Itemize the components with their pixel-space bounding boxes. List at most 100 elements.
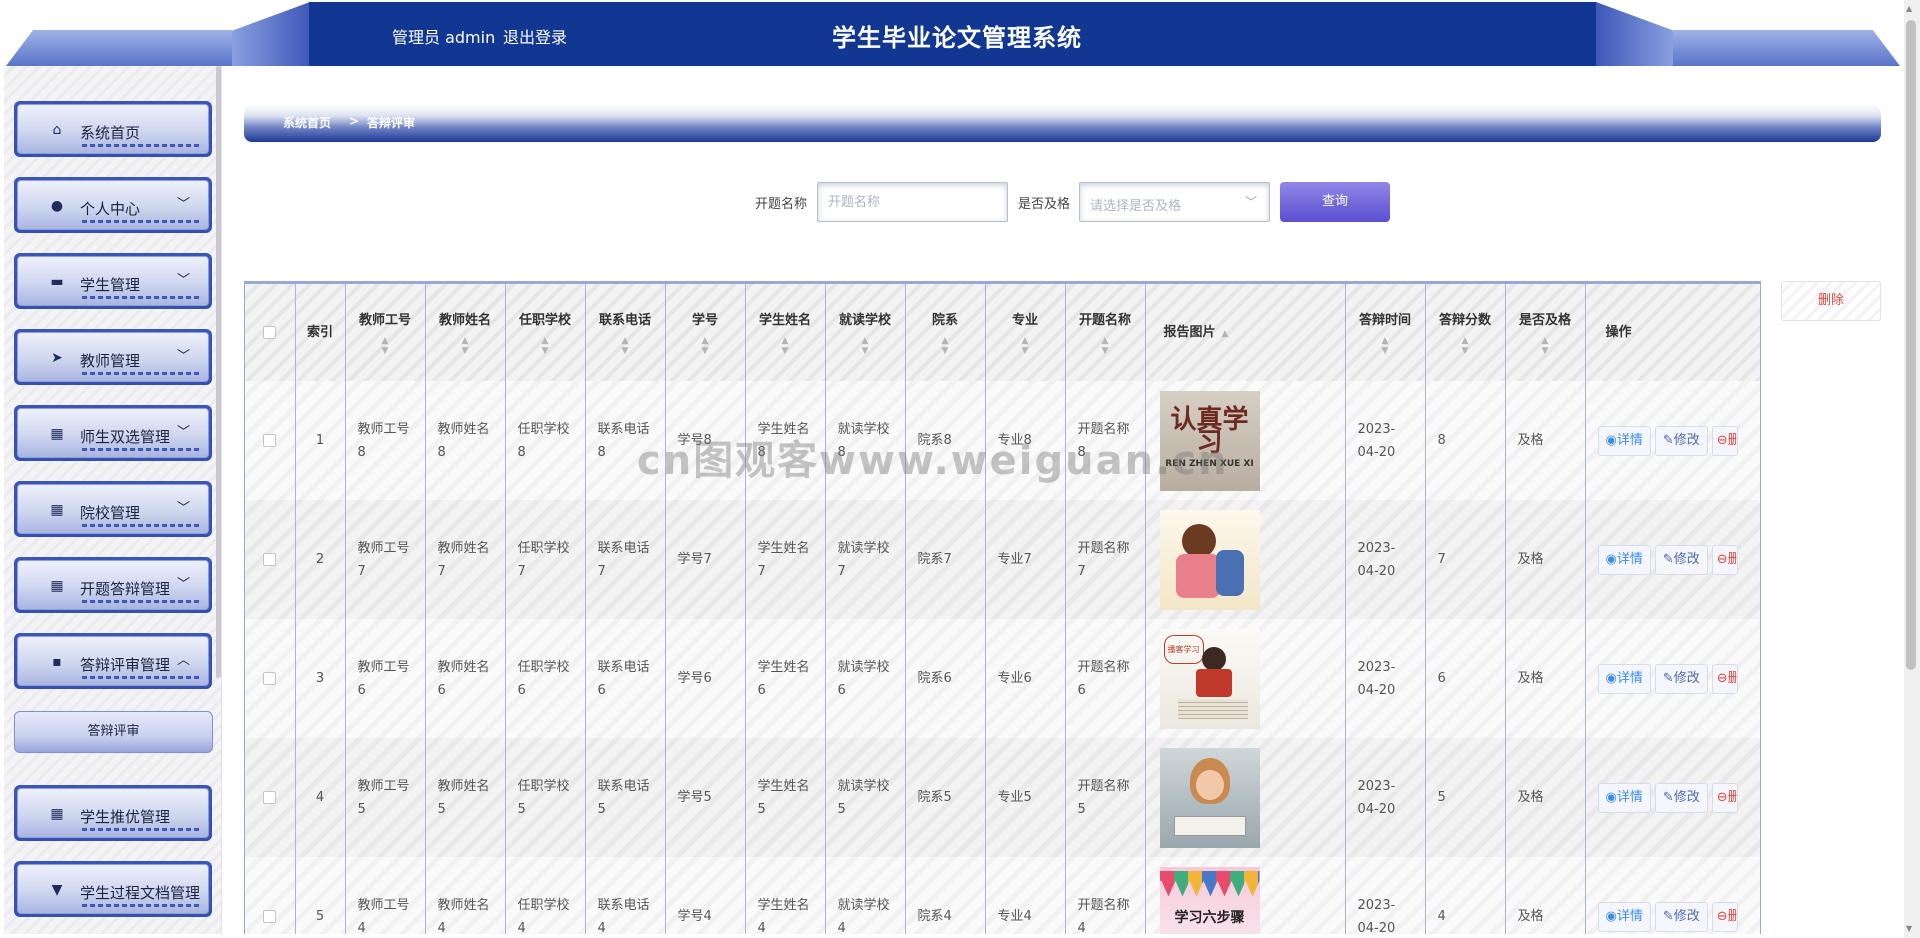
col-header-report-image[interactable]: 报告图片 ▲ [1145, 284, 1346, 381]
report-thumbnail[interactable] [1159, 747, 1260, 848]
col-header-score[interactable]: 答辩分数 ▲ ▼ [1425, 284, 1506, 381]
breadcrumb-home[interactable]: 系统首页 [283, 114, 331, 131]
chat-icon: ▪ [52, 654, 62, 670]
col-header-student-no[interactable]: 学号 ▲ ▼ [665, 284, 746, 381]
report-thumbnail[interactable]: 播客学习 [1159, 628, 1260, 729]
row-checkbox[interactable] [263, 434, 277, 447]
col-header-major[interactable]: 专业 ▲ ▼ [985, 284, 1066, 381]
col-header-passed[interactable]: 是否及格 ▲ ▼ [1505, 284, 1586, 381]
query-button[interactable]: 查询 [1280, 182, 1390, 222]
sidebar-item-4[interactable]: ▦ 师生双选管理 ﹀ [14, 405, 212, 461]
col-header-student-name[interactable]: 学生姓名 ▲ ▼ [745, 284, 826, 381]
grid-icon: ▦ [50, 502, 64, 518]
col-header-department[interactable]: 院系 ▲ ▼ [905, 284, 986, 381]
report-thumbnail[interactable]: 学习六步骤 [1159, 866, 1260, 934]
cell-student-name: 学生姓名5 [745, 738, 826, 857]
col-header-school[interactable]: 任职学校 ▲ ▼ [505, 284, 586, 381]
delete-row-button[interactable]: ⊖删除 [1711, 425, 1738, 456]
detail-button[interactable]: ◉详情 [1597, 663, 1651, 694]
col-header-label: 答辩分数 [1438, 313, 1491, 328]
detail-button[interactable]: ◉详情 [1597, 901, 1651, 932]
col-header-label: 学号 [691, 313, 718, 328]
sort-icon[interactable]: ▲ ▼ [1510, 336, 1581, 356]
detail-button[interactable]: ◉详情 [1597, 782, 1651, 813]
cell-ops: ◉详情✎修改⊖删除 [1585, 738, 1760, 857]
page-scrollbar-thumb[interactable] [1906, 20, 1916, 670]
sidebar-subitem-defense-review[interactable]: 答辩评审 [14, 711, 213, 753]
chevron-down-icon: ﹀ [176, 501, 190, 516]
report-thumbnail[interactable] [1159, 509, 1260, 610]
row-checkbox[interactable] [263, 791, 277, 804]
col-header-study-school[interactable]: 就读学校 ▲ ▼ [825, 284, 906, 381]
cell-major: 专业7 [985, 500, 1066, 619]
sort-icon[interactable]: ▲ ▼ [1430, 336, 1501, 356]
reading-figure-icon [1175, 553, 1220, 598]
sidebar-item-6[interactable]: ▦ 开题答辩管理 ﹀ [14, 557, 212, 613]
delete-row-button[interactable]: ⊖删除 [1711, 544, 1738, 575]
sort-icon[interactable]: ▲ ▼ [910, 336, 981, 356]
sort-icon[interactable]: ▲ ▼ [1350, 336, 1421, 356]
report-thumbnail[interactable]: 认真学习 REN ZHEN XUE XI [1159, 390, 1260, 491]
sort-icon[interactable]: ▲ ▼ [430, 336, 501, 356]
sidebar-item-9[interactable]: ▼ 学生过程文档管理 [14, 861, 212, 917]
col-header-phone[interactable]: 联系电话 ▲ ▼ [585, 284, 666, 381]
detail-button-label: 详情 [1616, 670, 1643, 686]
col-header-teacher-no[interactable]: 教师工号 ▲ ▼ [345, 284, 426, 381]
sort-icon[interactable]: ▲ ▼ [1070, 336, 1141, 356]
eye-icon: ◉ [1605, 789, 1617, 805]
table-body: 1 教师工号8 教师姓名8 任职学校8 联系电话8 学号8 学生姓名8 就读学校8 院系8 专业8… [245, 381, 1760, 934]
sidebar-item-0[interactable]: ⌂ 系统首页 [14, 101, 212, 157]
edit-button[interactable]: ✎修改 [1654, 425, 1708, 456]
cell-major: 专业6 [985, 619, 1066, 738]
edit-button[interactable]: ✎修改 [1654, 544, 1708, 575]
cell-department: 院系4 [905, 857, 986, 934]
sidebar-item-2[interactable]: ▬ 学生管理 ﹀ [14, 253, 212, 309]
edit-button[interactable]: ✎修改 [1654, 782, 1708, 813]
scroll-up-icon[interactable]: ▲ [1906, 4, 1912, 13]
edit-button[interactable]: ✎修改 [1654, 901, 1708, 932]
logout-link[interactable]: 退出登录 [503, 24, 567, 48]
col-header-defense-time[interactable]: 答辩时间 ▲ ▼ [1345, 284, 1426, 381]
cell-teacher-name: 教师姓名4 [425, 857, 506, 934]
col-header-teacher-name[interactable]: 教师姓名 ▲ ▼ [425, 284, 506, 381]
sort-icon[interactable]: ▲ ▼ [670, 336, 741, 356]
sidebar-scrollbar[interactable] [216, 66, 221, 678]
sort-icon[interactable]: ▲ [1222, 329, 1229, 339]
cell-student-name: 学生姓名4 [745, 857, 826, 934]
sort-icon[interactable]: ▲ ▼ [830, 336, 901, 356]
detail-button[interactable]: ◉详情 [1597, 544, 1651, 575]
select-all-checkbox[interactable] [263, 326, 277, 339]
sidebar-item-1[interactable]: ● 个人中心 ﹀ [14, 177, 212, 233]
sort-icon[interactable]: ▲ ▼ [510, 336, 581, 356]
sort-icon[interactable]: ▲ ▼ [350, 336, 421, 356]
cell-phone: 联系电话8 [585, 381, 666, 500]
delete-row-button[interactable]: ⊖删除 [1711, 663, 1738, 694]
col-header-topic[interactable]: 开题名称 ▲ ▼ [1065, 284, 1146, 381]
sidebar-item-7[interactable]: ▪ 答辩评审管理 ︿ [14, 633, 212, 689]
delete-row-button[interactable]: ⊖删除 [1711, 782, 1738, 813]
sidebar-item-3[interactable]: ➤ 教师管理 ﹀ [14, 329, 212, 385]
batch-delete-button[interactable]: 删除 [1781, 281, 1881, 321]
row-checkbox[interactable] [263, 910, 277, 923]
pencil-icon: ✎ [1662, 432, 1674, 448]
sidebar-item-5[interactable]: ▦ 院校管理 ﹀ [14, 481, 212, 537]
cell-school: 任职学校7 [505, 500, 586, 619]
row-checkbox[interactable] [263, 672, 277, 685]
eye-icon: ◉ [1605, 432, 1617, 448]
cell-student-no: 学号8 [665, 381, 746, 500]
edit-button-label: 修改 [1673, 551, 1700, 567]
sort-icon[interactable]: ▲ ▼ [590, 336, 661, 356]
cell-teacher-name: 教师姓名6 [425, 619, 506, 738]
delete-row-button[interactable]: ⊖删除 [1711, 901, 1738, 932]
topic-name-input[interactable] [817, 182, 1008, 222]
scroll-down-icon[interactable]: ▼ [1906, 924, 1912, 933]
sort-icon[interactable]: ▲ ▼ [750, 336, 821, 356]
edit-button[interactable]: ✎修改 [1654, 663, 1708, 694]
pass-status-select[interactable]: 请选择是否及格 ﹀ [1079, 182, 1270, 222]
sort-icon[interactable]: ▲ ▼ [990, 336, 1061, 356]
detail-button-label: 详情 [1616, 789, 1643, 805]
row-checkbox[interactable] [263, 553, 277, 566]
detail-button[interactable]: ◉详情 [1597, 425, 1651, 456]
sidebar-item-8[interactable]: ▦ 学生推优管理 [14, 785, 212, 841]
col-header-ops: 操作 [1585, 284, 1760, 381]
